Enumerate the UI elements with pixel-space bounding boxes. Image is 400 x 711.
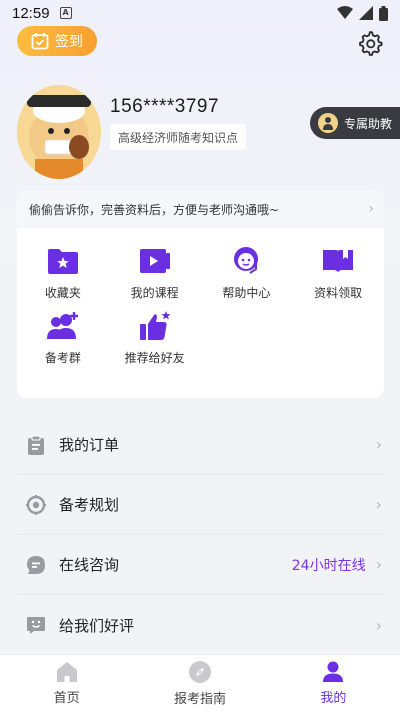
feature-label: 推荐给好友 bbox=[124, 351, 185, 365]
chevron-right-icon: › bbox=[375, 435, 382, 454]
chat-icon bbox=[25, 554, 47, 576]
video-course-icon bbox=[138, 244, 172, 278]
home-icon bbox=[56, 661, 77, 682]
menu-my-orders[interactable]: 我的订单 › bbox=[17, 415, 384, 475]
tab-label: 首页 bbox=[53, 690, 80, 706]
target-icon bbox=[25, 494, 47, 516]
menu-label: 给我们好评 bbox=[59, 616, 135, 635]
compass-icon bbox=[188, 660, 211, 683]
group-add-icon bbox=[46, 309, 80, 343]
menu-list: 我的订单 › 备考规划 › 在线咨询 24小时在线 › 给我们好评 › bbox=[17, 415, 384, 655]
feature-recommend[interactable]: 推荐给好友 bbox=[109, 309, 201, 366]
battery-icon bbox=[379, 5, 388, 21]
feature-grid: 收藏夹 我的课程 帮助中心 资料领取 备考群 推荐给好友 bbox=[17, 228, 384, 366]
feature-card: 偷偷告诉你，完善资料后，方便与老师沟通哦~ › 收藏夹 我的课程 帮助中心 资料… bbox=[17, 190, 384, 398]
gear-icon[interactable] bbox=[357, 30, 383, 56]
tab-exam-guide[interactable]: 报考指南 bbox=[133, 655, 266, 711]
menu-label: 我的订单 bbox=[59, 436, 120, 454]
menu-study-plan[interactable]: 备考规划 › bbox=[17, 475, 384, 535]
exam-tag[interactable]: 高级经济师随考知识点 bbox=[110, 124, 247, 150]
tab-home[interactable]: 首页 bbox=[0, 655, 133, 711]
chevron-right-icon: › bbox=[368, 201, 374, 217]
feature-label: 备考群 bbox=[44, 351, 81, 365]
profile-tip[interactable]: 偷偷告诉你，完善资料后，方便与老师沟通哦~ › bbox=[17, 190, 384, 228]
avatar[interactable] bbox=[17, 85, 101, 179]
feature-label: 资料领取 bbox=[314, 286, 363, 300]
chevron-right-icon: › bbox=[375, 615, 382, 635]
user-icon bbox=[323, 661, 344, 682]
tab-mine[interactable]: 我的 bbox=[267, 655, 400, 711]
wifi-icon bbox=[337, 6, 353, 19]
tab-label: 我的 bbox=[320, 690, 347, 706]
menu-label: 在线咨询 bbox=[59, 556, 120, 574]
online-hours-text: 24小时在线 bbox=[291, 557, 366, 574]
smile-message-icon bbox=[25, 614, 47, 636]
assistant-label: 专属助教 bbox=[344, 116, 393, 131]
notification-icon: A bbox=[59, 7, 72, 19]
tab-label: 报考指南 bbox=[173, 691, 226, 707]
calendar-check-icon bbox=[31, 33, 49, 50]
clipboard-icon bbox=[25, 434, 47, 456]
profile-tip-text: 偷偷告诉你，完善资料后，方便与老师沟通哦~ bbox=[29, 202, 280, 217]
cartoon-avatar-icon bbox=[17, 85, 101, 179]
assistant-button[interactable]: 专属助教 bbox=[310, 107, 400, 139]
feature-favorites[interactable]: 收藏夹 bbox=[17, 244, 109, 301]
teacher-icon bbox=[318, 113, 338, 133]
feature-label: 帮助中心 bbox=[222, 286, 271, 300]
feature-label: 我的课程 bbox=[130, 286, 179, 300]
status-bar: 12:59 A bbox=[0, 0, 400, 26]
book-icon bbox=[321, 244, 355, 278]
menu-online-consult[interactable]: 在线咨询 24小时在线 › bbox=[17, 535, 384, 595]
chevron-right-icon: › bbox=[375, 555, 382, 574]
feature-study-group[interactable]: 备考群 bbox=[17, 309, 109, 366]
status-time: 12:59 bbox=[12, 4, 50, 22]
signin-label: 签到 bbox=[55, 34, 83, 50]
signal-icon bbox=[359, 6, 373, 20]
feature-materials[interactable]: 资料领取 bbox=[292, 244, 384, 301]
menu-rate-us[interactable]: 给我们好评 › bbox=[17, 595, 384, 655]
username: 156****3797 bbox=[110, 96, 220, 117]
folder-star-icon bbox=[46, 244, 80, 278]
thumbs-up-star-icon bbox=[138, 309, 172, 343]
menu-label: 备考规划 bbox=[59, 496, 120, 514]
feature-help-center[interactable]: 帮助中心 bbox=[201, 244, 293, 301]
headset-icon bbox=[229, 244, 263, 278]
chevron-right-icon: › bbox=[375, 495, 382, 514]
feature-label: 收藏夹 bbox=[44, 286, 81, 300]
signin-button[interactable]: 签到 bbox=[17, 26, 97, 56]
bottom-tab-bar: 首页 报考指南 我的 bbox=[0, 654, 400, 711]
feature-my-courses[interactable]: 我的课程 bbox=[109, 244, 201, 301]
